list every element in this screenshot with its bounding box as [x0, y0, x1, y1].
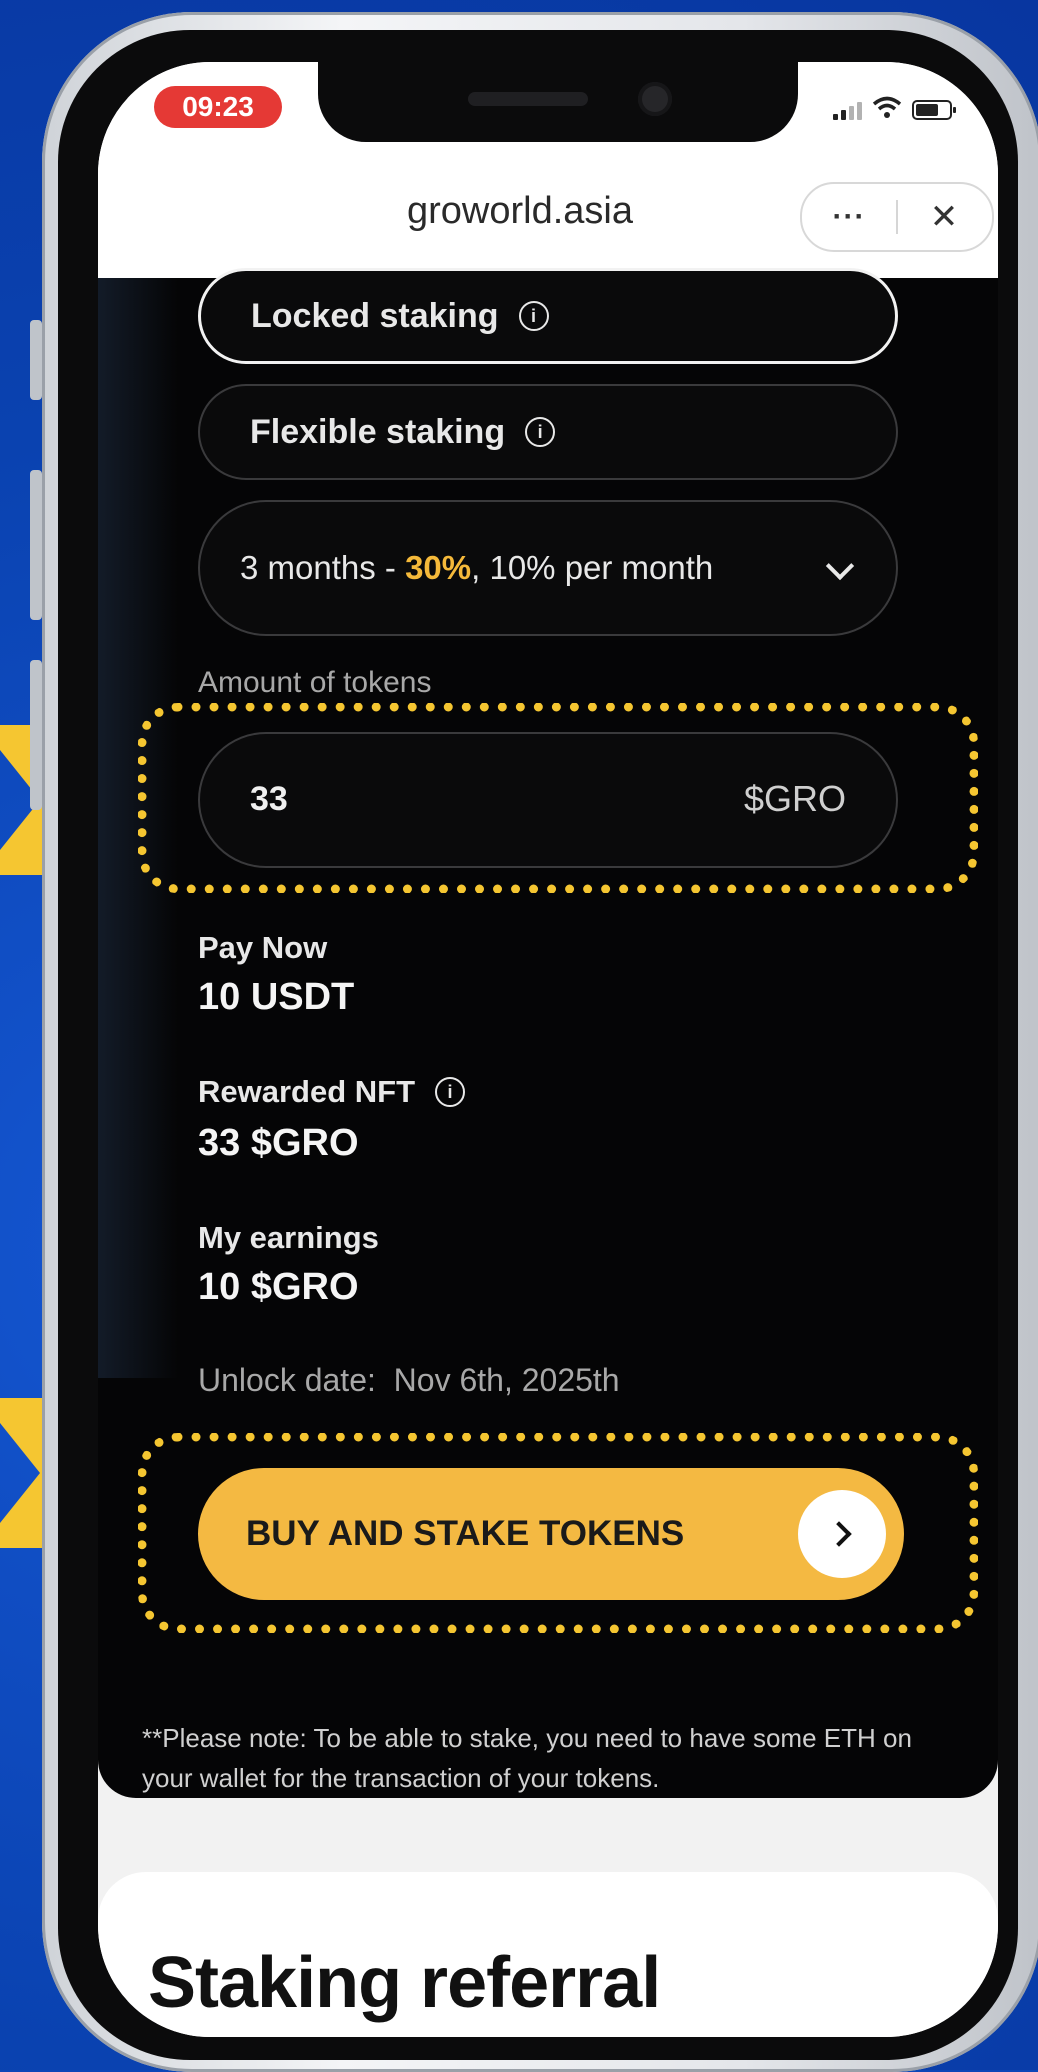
more-options-button[interactable]: ··· — [802, 200, 896, 234]
buy-highlight — [138, 1433, 978, 1633]
notch — [318, 62, 798, 142]
referral-card: Staking referral — [98, 1872, 998, 2037]
system-icons — [833, 96, 956, 120]
phone-side-button — [30, 320, 42, 400]
phone-screen: 09:23 groworld.asia ··· ✕ Locked staking… — [98, 62, 998, 2037]
rewarded-nft-text: Rewarded NFT — [198, 1074, 416, 1109]
stake-note: **Please note: To be able to stake, you … — [142, 1723, 912, 1793]
signal-icon — [833, 102, 862, 120]
unlock-date: Unlock date: Nov 6th, 2025th — [198, 1362, 620, 1398]
camera — [638, 82, 672, 116]
rewarded-nft-value: 33 $GRO — [198, 1122, 359, 1164]
phone-side-button — [30, 660, 42, 810]
chevron-down-icon — [825, 551, 855, 581]
browser-bar: groworld.asia ··· ✕ — [98, 152, 998, 278]
referral-title: Staking referral — [148, 1943, 661, 2023]
pay-now-label: Pay Now — [198, 930, 328, 965]
rewarded-nft-label: Rewarded NFT i — [198, 1074, 466, 1110]
period-suffix: , 10% per month — [471, 549, 714, 586]
earnings-label: My earnings — [198, 1220, 379, 1255]
info-icon[interactable]: i — [525, 417, 556, 447]
period-prefix: 3 months - — [240, 549, 406, 586]
status-bar: 09:23 — [98, 62, 998, 152]
info-icon[interactable]: i — [518, 301, 549, 331]
amount-highlight — [138, 703, 978, 893]
battery-icon — [912, 100, 956, 120]
speaker — [468, 92, 588, 106]
earnings-value: 10 $GRO — [198, 1266, 359, 1308]
phone-side-button — [30, 470, 42, 620]
info-icon[interactable]: i — [435, 1077, 466, 1107]
close-button[interactable]: ✕ — [898, 197, 990, 237]
pay-now-value: 10 USDT — [198, 976, 355, 1018]
browser-capsule: ··· ✕ — [800, 182, 994, 252]
amount-label: Amount of tokens — [198, 666, 432, 699]
wifi-icon — [872, 96, 902, 118]
locked-staking-option[interactable]: Locked staking i — [198, 268, 898, 364]
period-rate: 30% — [405, 549, 472, 586]
option-label: Locked staking — [251, 296, 499, 335]
status-time: 09:23 — [154, 86, 282, 128]
staking-panel: Locked staking i Flexible staking i 3 mo… — [98, 268, 998, 1798]
period-select[interactable]: 3 months - 30%, 10% per month — [198, 500, 898, 636]
flexible-staking-option[interactable]: Flexible staking i — [198, 384, 898, 480]
option-label: Flexible staking — [250, 412, 506, 451]
